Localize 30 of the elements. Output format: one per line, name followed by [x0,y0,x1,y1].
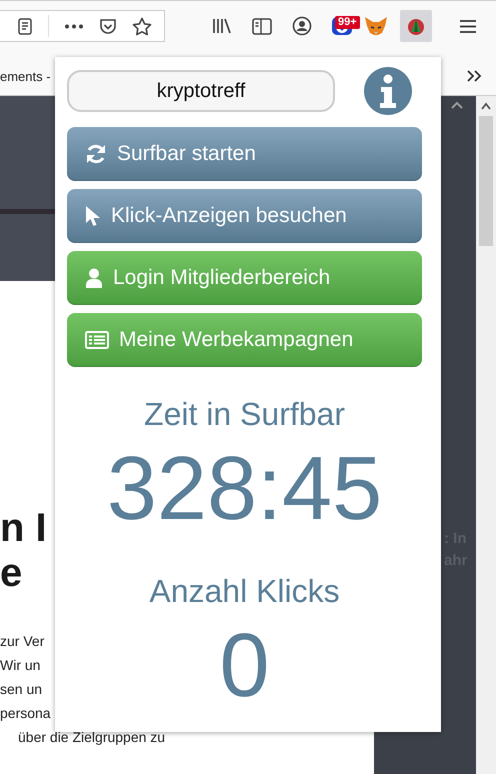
list-card-icon [85,331,109,349]
search-field[interactable]: kryptotreff [67,70,335,112]
chevron-up-icon[interactable] [450,100,464,110]
paragraph-text: über die Zielgruppen zu [17,728,166,747]
bookmark-item[interactable]: ements - [0,68,51,84]
tree-icon [407,16,425,36]
action-button[interactable]: Meine Werbekampagnen [67,313,422,367]
user-icon [85,268,103,288]
stat-label: Zeit in Surfbar [144,395,345,434]
info-icon[interactable] [364,67,412,115]
stat-label: Anzahl Klicks [149,572,340,611]
paragraph-text: persona [0,704,51,723]
paragraph-text: sen un [0,680,42,699]
stat-value: 328:45 [106,438,382,541]
action-button[interactable]: Surfbar starten [67,127,422,181]
paragraph-text: Wir un [0,656,40,675]
scroll-up-icon[interactable] [481,102,491,110]
refresh-icon [85,144,107,164]
action-button[interactable]: Login Mitgliederbereich [67,251,422,305]
paragraph-text: zur Ver [0,632,44,651]
headline-text: n I [0,506,47,551]
chevron-right-icon[interactable] [466,69,482,83]
action-button[interactable]: Klick-Anzeigen besuchen [67,189,422,243]
stat-value: 0 [219,615,270,718]
extension-button[interactable] [400,10,432,42]
scroll-thumb[interactable] [479,116,493,246]
scrollbar[interactable] [476,96,496,774]
cursor-icon [85,205,101,227]
notification-badge: 99+ [335,16,360,29]
headline-text: e [0,551,22,596]
